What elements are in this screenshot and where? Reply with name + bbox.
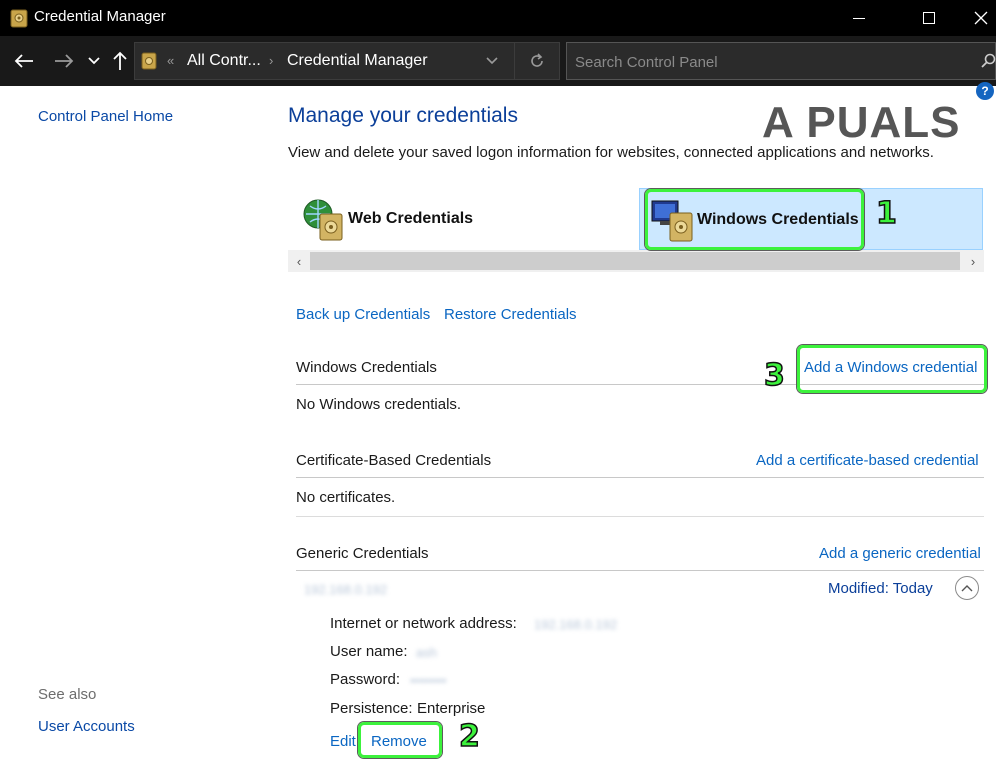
modified-date: Modified: Today	[828, 580, 933, 597]
close-button[interactable]	[958, 0, 996, 36]
persistence-label: Persistence:	[330, 700, 413, 717]
credential-manager-icon	[10, 9, 28, 28]
tab-web-credentials-label: Web Credentials	[348, 210, 474, 227]
minimize-icon	[853, 17, 865, 19]
user-accounts-link[interactable]: User Accounts	[38, 718, 135, 735]
scrollbar-thumb[interactable]	[310, 252, 960, 270]
edit-credential-link[interactable]: Edit	[330, 733, 356, 750]
control-panel-home-link[interactable]: Control Panel Home	[38, 108, 173, 125]
forward-arrow-icon	[55, 54, 74, 68]
minimize-button[interactable]	[836, 0, 882, 36]
backup-credentials-link[interactable]: Back up Credentials	[296, 306, 430, 323]
modified-label: Modified:	[828, 580, 889, 597]
chevron-up-icon	[961, 585, 973, 592]
close-icon	[974, 11, 988, 25]
password-label: Password:	[330, 671, 401, 688]
breadcrumb-all-control-panel[interactable]: All Contr...	[187, 52, 261, 70]
windows-credentials-heading: Windows Credentials	[296, 359, 437, 376]
section-divider	[296, 516, 984, 517]
collapse-entry-button[interactable]	[955, 576, 979, 600]
forward-button[interactable]	[52, 49, 76, 73]
title-bar: Credential Manager	[0, 0, 996, 36]
add-generic-credential-link[interactable]: Add a generic credential	[819, 545, 981, 562]
up-button[interactable]	[108, 49, 132, 73]
highlight-add-windows-credential	[797, 345, 987, 393]
tab-web-credentials[interactable]: Web Credentials	[288, 188, 638, 250]
credential-entry-name[interactable]: 192.168.0.192	[304, 582, 387, 597]
scroll-left-icon[interactable]: ‹	[288, 250, 310, 272]
step-1-label: 1	[875, 195, 897, 232]
address-bar: « All Contr... › Credential Manager	[0, 36, 996, 86]
page-title: Manage your credentials	[288, 104, 518, 127]
window-title: Credential Manager	[34, 8, 166, 25]
breadcrumb-overflow-icon[interactable]: «	[167, 53, 174, 68]
chevron-down-icon	[486, 57, 498, 65]
restore-credentials-link[interactable]: Restore Credentials	[444, 306, 577, 323]
scroll-right-icon[interactable]: ›	[962, 250, 984, 272]
generic-credentials-heading: Generic Credentials	[296, 545, 429, 562]
modified-value: Today	[892, 580, 933, 597]
step-3-label: 3	[763, 357, 785, 394]
windows-credentials-empty: No Windows credentials.	[296, 396, 462, 413]
search-box[interactable]	[566, 42, 996, 80]
step-2-label: 2	[458, 718, 480, 755]
horizontal-scrollbar[interactable]: ‹ ›	[288, 250, 984, 272]
globe-vault-icon	[303, 199, 343, 241]
section-divider	[296, 477, 984, 478]
page-subtitle: View and delete your saved logon informa…	[288, 144, 934, 161]
credential-manager-icon	[141, 52, 157, 70]
watermark-logo: A PUALS	[762, 98, 961, 147]
highlight-windows-credentials-tab	[645, 189, 864, 250]
highlight-remove-link	[358, 722, 442, 758]
up-arrow-icon	[113, 51, 127, 70]
maximize-button[interactable]	[906, 0, 952, 36]
chevron-down-icon	[88, 57, 100, 65]
refresh-button[interactable]	[514, 42, 558, 80]
breadcrumb-separator-icon: ›	[269, 53, 274, 68]
back-arrow-icon	[14, 54, 33, 68]
recent-locations-button[interactable]	[82, 49, 106, 73]
refresh-icon	[530, 53, 543, 67]
breadcrumb-credential-manager[interactable]: Credential Manager	[287, 52, 428, 70]
certificate-credentials-empty: No certificates.	[296, 489, 396, 506]
password-value: ••••••••	[410, 673, 447, 688]
search-icon[interactable]	[981, 53, 996, 69]
address-value: 192.168.0.192	[534, 617, 618, 632]
maximize-icon	[923, 12, 935, 24]
address-label: Internet or network address:	[330, 615, 517, 632]
user-name-value: ash	[416, 645, 437, 660]
help-icon[interactable]: ?	[976, 82, 994, 100]
see-also-heading: See also	[38, 686, 97, 703]
certificate-credentials-heading: Certificate-Based Credentials	[296, 452, 492, 469]
user-name-label: User name:	[330, 643, 408, 660]
section-divider	[296, 570, 984, 571]
persistence-value: Enterprise	[417, 700, 486, 717]
add-certificate-credential-link[interactable]: Add a certificate-based credential	[756, 452, 979, 469]
back-button[interactable]	[12, 49, 36, 73]
search-input[interactable]	[575, 51, 965, 73]
address-dropdown-button[interactable]	[476, 42, 508, 80]
